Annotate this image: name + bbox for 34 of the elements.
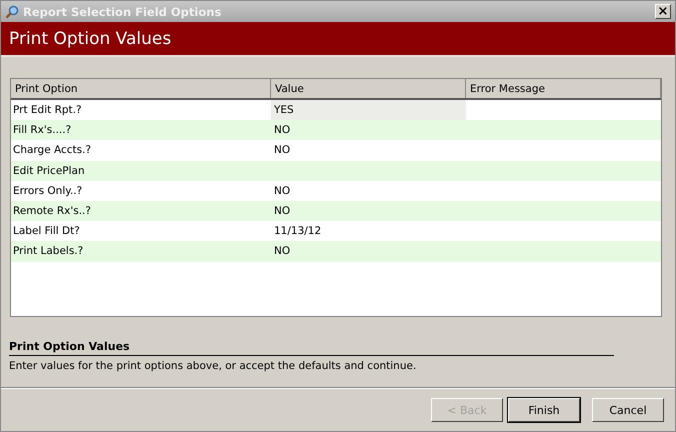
table-row[interactable]: Print Labels.? NO [11, 241, 661, 262]
page-title: Print Option Values [9, 28, 172, 48]
table-cell: Remote Rx's..? [13, 205, 91, 218]
table-cell[interactable]: YES [274, 104, 294, 116]
table-cell[interactable]: NO [274, 124, 290, 136]
table-row[interactable]: Edit PricePlan [11, 160, 661, 181]
table-row[interactable]: Charge Accts.? NO [11, 140, 661, 161]
table-row[interactable]: Remote Rx's..? NO [11, 200, 661, 222]
table-row[interactable]: Fill Rx's....? NO [11, 120, 661, 140]
table-row[interactable]: Prt Edit Rpt.? YES [11, 100, 661, 120]
table-cell[interactable]: NO [274, 245, 290, 258]
help-title: Print Option Values [9, 340, 131, 353]
magnifier-icon [5, 4, 19, 18]
dialog-button[interactable]: Cancel [592, 398, 664, 422]
help-text: Enter values for the print options above, or accept the defaults and continue. [9, 360, 418, 372]
table-cell[interactable]: 11/13/12 [274, 225, 322, 238]
table-cell[interactable]: NO [274, 184, 290, 197]
table-cell: Fill Rx's....? [13, 124, 72, 136]
table-cell[interactable]: NO [274, 144, 290, 156]
table-row[interactable]: Label Fill Dt? 11/13/12 [11, 221, 661, 242]
table-cell[interactable]: NO [274, 205, 290, 218]
table-cell: Charge Accts.? [13, 144, 92, 156]
table-row[interactable]: Errors Only..? NO [11, 180, 661, 201]
table-cell: Edit PricePlan [13, 164, 85, 177]
table-cell: Print Labels.? [13, 245, 84, 258]
dialog-button[interactable]: Finish [508, 398, 580, 422]
table-cell: Prt Edit Rpt.? [13, 104, 82, 116]
table-cell: Label Fill Dt? [13, 225, 80, 238]
column-header[interactable]: Error Message [466, 79, 661, 98]
close-button[interactable]: × [655, 4, 671, 19]
table-cell: Errors Only..? [13, 184, 82, 197]
column-header[interactable]: Value [271, 79, 466, 98]
window-title: Report Selection Field Options [23, 4, 222, 18]
column-header[interactable]: Print Option [11, 79, 271, 98]
